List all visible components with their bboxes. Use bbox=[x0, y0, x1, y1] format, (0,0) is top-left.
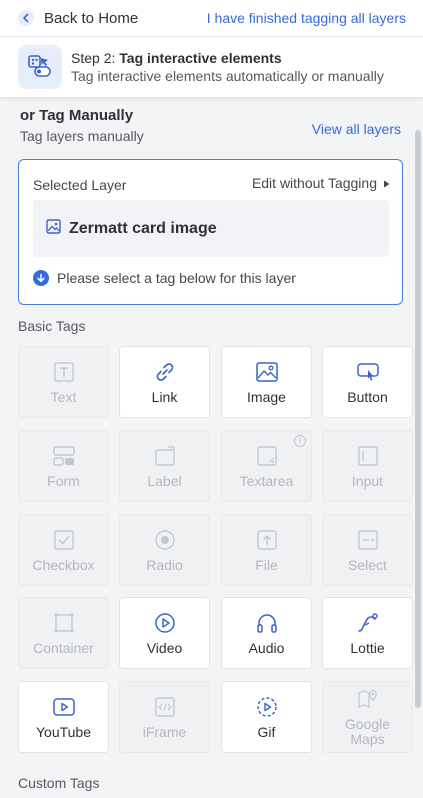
tag-tile-label: Input bbox=[351, 472, 384, 489]
button-icon bbox=[356, 360, 380, 384]
lottie-icon bbox=[356, 611, 380, 635]
custom-tags-title: Custom Tags bbox=[18, 775, 100, 791]
edit-without-tagging-label: Edit without Tagging bbox=[251, 175, 377, 191]
arrow-down-icon bbox=[33, 270, 49, 286]
scrollbar-thumb[interactable] bbox=[415, 130, 421, 708]
video-icon bbox=[153, 611, 177, 635]
tag-tile-label: Text bbox=[50, 388, 77, 405]
top-bar: Back to Home I have finished tagging all… bbox=[0, 0, 423, 36]
tag-tile-video[interactable]: Video bbox=[119, 597, 210, 669]
tag-tile-label: Google Maps bbox=[344, 716, 391, 747]
tag-tile-google-maps: Google Maps bbox=[322, 681, 413, 753]
radio-icon bbox=[153, 528, 177, 552]
selected-layer-name: Zermatt card image bbox=[69, 219, 217, 237]
label-icon bbox=[153, 444, 177, 468]
select-tag-hint-text: Please select a tag below for this layer bbox=[57, 270, 296, 286]
tag-tile-label: Gif bbox=[257, 723, 276, 740]
back-to-home-button[interactable]: Back to Home bbox=[18, 10, 138, 27]
tag-tile-link[interactable]: Link bbox=[119, 346, 210, 418]
manual-section-subtitle: Tag layers manually bbox=[20, 128, 144, 144]
google-maps-icon bbox=[356, 687, 380, 711]
input-icon bbox=[356, 444, 380, 468]
tag-tile-form: Form bbox=[18, 430, 109, 502]
tag-tile-label: iFrame bbox=[142, 723, 187, 740]
view-all-layers-link[interactable]: View all layers bbox=[312, 121, 401, 137]
tag-tile-youtube[interactable]: YouTube bbox=[18, 681, 109, 753]
tag-tile-label: Audio bbox=[248, 639, 285, 656]
image-icon bbox=[255, 360, 279, 384]
tag-tile-label: Label bbox=[119, 430, 210, 502]
audio-icon bbox=[255, 611, 279, 635]
tag-tile-textarea: Textarea i bbox=[221, 430, 312, 502]
tag-tile-checkbox: Checkbox bbox=[18, 514, 109, 586]
tag-elements-icon bbox=[18, 45, 62, 89]
selected-layer-box: Zermatt card image bbox=[33, 200, 389, 257]
iframe-icon bbox=[153, 695, 177, 719]
form-icon bbox=[52, 444, 76, 468]
info-icon[interactable]: i bbox=[294, 435, 306, 447]
step-header: Step 2: Tag interactive elements Tag int… bbox=[0, 36, 423, 98]
tag-tile-label: Button bbox=[347, 388, 388, 405]
tag-tile-button[interactable]: Button bbox=[322, 346, 413, 418]
tag-tile-text: Text bbox=[18, 346, 109, 418]
tag-tile-image[interactable]: Image bbox=[221, 346, 312, 418]
tag-tile-label: Textarea bbox=[239, 472, 294, 489]
gif-icon bbox=[255, 695, 279, 719]
image-layer-icon bbox=[46, 218, 61, 239]
tag-tile-select: Select bbox=[322, 514, 413, 586]
tag-tile-label: Label bbox=[147, 472, 182, 489]
back-to-home-label: Back to Home bbox=[44, 9, 139, 27]
step-title: Step 2: Tag interactive elements bbox=[71, 50, 282, 66]
container-icon bbox=[52, 611, 76, 635]
file-icon bbox=[255, 528, 279, 552]
text-icon bbox=[52, 360, 76, 384]
basic-tags-title: Basic Tags bbox=[18, 318, 86, 334]
edit-without-tagging-button[interactable]: Edit without Tagging bbox=[252, 175, 390, 191]
finish-tagging-link[interactable]: I have finished tagging all layers bbox=[207, 10, 406, 26]
tag-tile-label: Link bbox=[151, 388, 178, 405]
selected-layer-label: Selected Layer bbox=[33, 177, 127, 193]
select-tag-hint: Please select a tag below for this layer bbox=[33, 270, 296, 286]
youtube-icon bbox=[52, 695, 76, 719]
link-icon bbox=[153, 360, 177, 384]
tag-tile-label: Select bbox=[348, 556, 387, 573]
tag-tile-label: Checkbox bbox=[32, 556, 95, 573]
selected-layer-card: Selected Layer Edit without Tagging Zerm… bbox=[18, 159, 403, 305]
tag-tile-audio[interactable]: Audio bbox=[221, 597, 312, 669]
tag-tile-file: File bbox=[221, 514, 312, 586]
tag-tile-label: Image bbox=[247, 388, 286, 405]
tag-tile-container: Container bbox=[18, 597, 109, 669]
tag-tile-label: Lottie bbox=[350, 639, 385, 656]
tag-tile-iframe: iFrame bbox=[119, 681, 210, 753]
tag-tile-gif[interactable]: Gif bbox=[221, 681, 312, 753]
tag-tile-label: Container bbox=[33, 639, 94, 656]
tag-tile-label: File bbox=[255, 556, 278, 573]
select-icon bbox=[356, 528, 380, 552]
tag-tile-label: Radio bbox=[146, 556, 183, 573]
tag-tile-lottie[interactable]: Lottie bbox=[322, 597, 413, 669]
caret-right-icon bbox=[383, 175, 390, 191]
tag-tile-label: Form bbox=[47, 472, 80, 489]
chevron-left-icon bbox=[18, 10, 34, 26]
tag-tile-label: Video bbox=[146, 639, 183, 656]
manual-section-title: or Tag Manually bbox=[20, 107, 134, 124]
checkbox-icon bbox=[52, 528, 76, 552]
tag-tile-input: Input bbox=[322, 430, 413, 502]
tag-tile-radio: Radio bbox=[119, 514, 210, 586]
tag-tile-label: YouTube bbox=[35, 723, 91, 740]
step-subtitle: Tag interactive elements automatically o… bbox=[71, 68, 384, 84]
textarea-icon bbox=[255, 444, 279, 468]
